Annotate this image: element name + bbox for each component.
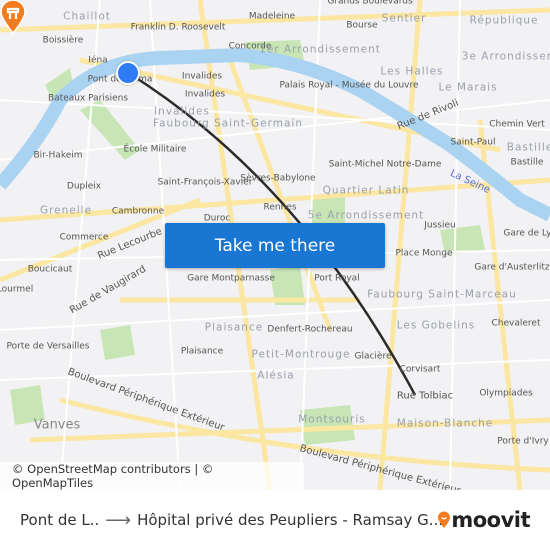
map-label: Gare Montparnasse — [187, 273, 275, 284]
map-label: Lourmel — [0, 284, 34, 295]
route-footer: Pont de L.. ⟶ Hôpital privé des Peuplier… — [0, 490, 550, 550]
moovit-logo[interactable]: moovit — [437, 508, 530, 532]
map-attribution[interactable]: © OpenStreetMap contributors | © OpenMap… — [0, 462, 304, 490]
map-label: Plaisance — [204, 321, 264, 334]
map-label: Invalides — [184, 89, 226, 100]
origin-marker[interactable] — [116, 61, 140, 85]
destination-pin-icon[interactable] — [0, 0, 26, 34]
map-label: Faubourg Saint-Marceau — [367, 288, 517, 301]
map-label: Grenelle — [39, 204, 93, 217]
map-label: Rennes — [263, 202, 297, 213]
map-label: Bir-Hakeim — [33, 150, 83, 161]
map-label: Boissière — [42, 35, 84, 46]
map-label: 1er Arrondissement — [259, 43, 381, 56]
map-label: Bateaux Parisiens — [47, 93, 129, 104]
map-label: Grands Boulevards — [327, 0, 413, 7]
map-label: Sèvres-Babylone — [240, 173, 316, 184]
take-me-there-button[interactable]: Take me there — [165, 223, 385, 268]
map-label: Le Marais — [438, 81, 498, 94]
map-label: Les Gobelins — [396, 319, 476, 332]
map-label: Rue Tolbiac — [396, 390, 454, 402]
map-label: Vanves — [33, 417, 81, 433]
map-label: Saint-Michel Notre-Dame — [328, 159, 442, 170]
map-label: Bastille — [510, 157, 544, 168]
map-label: Franklin D. Roosevelt — [130, 22, 226, 33]
map-label: Iéna — [88, 55, 108, 66]
map-label: Cambronne — [111, 206, 165, 217]
map-label: Porte d'Ivry — [497, 436, 549, 447]
map-label: Porte de Versailles — [6, 341, 90, 352]
map-label: République — [469, 14, 539, 27]
map-label: Plaisance — [180, 346, 224, 357]
map-label: Palais Royal - Musée du Louvre — [279, 80, 419, 91]
map-label: École Militaire — [123, 144, 187, 155]
map-label: Madeleine — [248, 11, 296, 22]
map-label: Alésia — [257, 369, 295, 382]
map-label: Quartier Latin — [322, 184, 410, 197]
moovit-wordmark: moovit — [451, 508, 530, 532]
moovit-pin-icon — [438, 511, 451, 528]
map-label: Glacière — [354, 351, 392, 362]
map-label: Gare de Lyon — [503, 228, 550, 239]
map-label: Petit-Montrouge — [251, 348, 351, 361]
map-label: Chaillot — [63, 10, 111, 23]
arrow-right-icon: ⟶ — [105, 509, 132, 531]
map-label: Maison-Blanche — [396, 417, 494, 430]
map-label: Jussieu — [424, 220, 456, 231]
map-label: Denfert-Rochereau — [267, 324, 353, 335]
map-label: Bourse — [346, 20, 378, 31]
map-label: 5e Arrondissement — [307, 209, 425, 222]
map-label: Les Halles — [380, 65, 444, 78]
map-label: Port Royal — [314, 273, 360, 284]
map[interactable]: Chaillot Franklin D. Roosevelt Madeleine Gr… — [0, 0, 550, 490]
map-label: Invalides — [154, 105, 210, 118]
map-label: Boucicaut — [27, 264, 73, 275]
map-label: Montsouris — [298, 413, 366, 426]
map-label: Place Monge — [395, 248, 453, 259]
map-label: Gare d'Austerlitz — [474, 262, 550, 273]
destination-name: Hôpital privé des Peupliers - Ramsay G..… — [137, 511, 444, 529]
map-label: Chevaleret — [491, 318, 541, 329]
map-label: Invalides — [181, 71, 223, 82]
map-label: Saint-Paul — [450, 137, 496, 148]
map-label: Commerce — [59, 232, 109, 243]
map-label: Bastille — [506, 141, 550, 154]
map-label: Chemin Vert — [489, 119, 545, 130]
map-label: Sentier — [381, 12, 427, 25]
map-label: Dupleix — [66, 181, 102, 192]
origin-name: Pont de L.. — [20, 511, 100, 529]
map-label: Faubourg Saint-Germain — [153, 117, 303, 130]
map-label: Saint-François-Xavier — [157, 177, 253, 188]
map-label: Corvisart — [399, 364, 441, 375]
map-label: 3e Arrondissement — [461, 50, 550, 63]
map-label: Olympiades — [479, 388, 533, 399]
